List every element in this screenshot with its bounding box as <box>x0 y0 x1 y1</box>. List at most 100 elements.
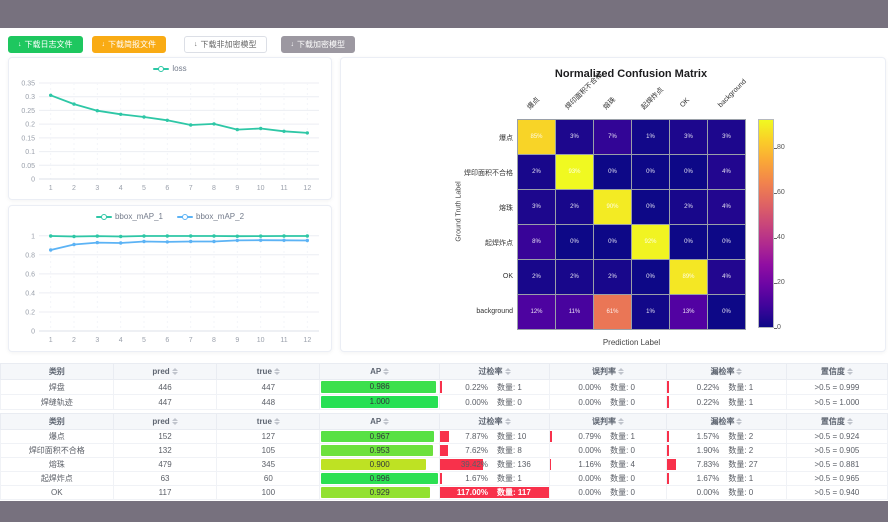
sort-icon[interactable] <box>847 418 853 425</box>
misjudge-cell: 0.00%数量: 0 <box>550 472 667 486</box>
download-encrypted-model-button[interactable]: ↓ 下载加密模型 <box>281 36 356 53</box>
rate-percent: 0.00% <box>550 398 601 407</box>
x-tick-label: 9 <box>235 337 239 344</box>
matrix-cell: 7% <box>594 120 631 154</box>
column-header-true[interactable]: true <box>217 364 320 380</box>
column-header-漏检率[interactable]: 漏检率 <box>667 414 787 430</box>
loss-chart-legend: loss <box>9 58 331 75</box>
rate-quantity: 数量: 1 <box>610 431 635 442</box>
matrix-cell: 1% <box>632 120 669 154</box>
missed-detection-cell: 7.83%数量: 27 <box>667 458 787 472</box>
misjudge-cell: 0.00%数量: 0 <box>550 395 667 410</box>
matrix-cell: 0% <box>632 155 669 189</box>
legend-item-bbox-map-1[interactable]: bbox_mAP_1 <box>96 212 163 221</box>
missed-detection-cell: 0.22%数量: 1 <box>667 395 787 410</box>
matrix-cell: 93% <box>556 155 593 189</box>
sort-icon[interactable] <box>847 368 853 375</box>
rate-cell: 0.00%数量: 0 <box>550 395 666 409</box>
line-marker-icon <box>96 216 112 218</box>
matrix-col-label: 起焊炸点 <box>639 85 666 112</box>
matrix-cell: 0% <box>670 155 707 189</box>
rate-cell: 0.00%数量: 0 <box>667 486 786 499</box>
data-point <box>142 115 145 118</box>
ap-cell: 0.953 <box>320 444 440 458</box>
download-plain-model-label: 下载非加密模型 <box>201 36 257 53</box>
rate-quantity: 数量: 0 <box>728 487 753 498</box>
matrix-cell: 0% <box>632 190 669 224</box>
sort-icon[interactable] <box>274 418 280 425</box>
sort-icon[interactable] <box>505 368 511 375</box>
pred-cell: 152 <box>113 430 217 444</box>
sort-icon[interactable] <box>618 418 624 425</box>
sort-icon[interactable] <box>383 368 389 375</box>
data-point <box>96 234 99 237</box>
download-log-button[interactable]: ↓ 下载日志文件 <box>8 36 83 53</box>
data-point <box>282 239 285 242</box>
column-header-过检率[interactable]: 过检率 <box>440 414 550 430</box>
rate-cell: 1.57%数量: 2 <box>667 430 786 443</box>
pred-cell: 479 <box>113 458 217 472</box>
rate-percent: 0.00% <box>550 474 601 483</box>
rate-percent: 1.67% <box>667 474 719 483</box>
rate-quantity: 数量: 0 <box>610 382 635 393</box>
rate-percent: 1.16% <box>550 460 601 469</box>
matrix-cell: 0% <box>708 225 745 259</box>
x-tick-label: 5 <box>142 337 146 344</box>
column-header-过检率[interactable]: 过检率 <box>440 364 550 380</box>
rate-quantity: 数量: 2 <box>728 445 753 456</box>
rate-quantity: 数量: 8 <box>497 445 522 456</box>
sort-icon[interactable] <box>505 418 511 425</box>
matrix-cell: 2% <box>670 190 707 224</box>
rate-quantity: 数量: 2 <box>728 431 753 442</box>
column-header-true[interactable]: true <box>217 414 320 430</box>
x-tick-label: 8 <box>212 337 216 344</box>
matrix-cell: 4% <box>708 260 745 294</box>
missed-detection-cell: 1.67%数量: 1 <box>667 472 787 486</box>
over-detection-cell: 117.00%数量: 117 <box>440 486 550 500</box>
column-header-漏检率[interactable]: 漏检率 <box>667 364 787 380</box>
rate-cell: 1.90%数量: 2 <box>667 444 786 457</box>
download-report-button[interactable]: ↓ 下载简报文件 <box>92 36 167 53</box>
column-header-pred[interactable]: pred <box>113 364 217 380</box>
ap-bar-wrap: 0.929 <box>321 486 438 499</box>
column-header-误判率[interactable]: 误判率 <box>550 414 667 430</box>
rate-quantity: 数量: 10 <box>497 431 526 442</box>
sort-icon[interactable] <box>172 418 178 425</box>
class-name-cell: OK <box>1 486 114 500</box>
legend-item-loss[interactable]: loss <box>153 64 186 73</box>
column-header-AP[interactable]: AP <box>320 364 440 380</box>
rate-cell: 0.22%数量: 1 <box>440 380 549 394</box>
matrix-cell: 0% <box>556 225 593 259</box>
download-plain-model-button[interactable]: ↓ 下载非加密模型 <box>184 36 267 53</box>
y-tick-label: 0.4 <box>25 290 35 297</box>
y-tick-label: 0.15 <box>21 135 35 142</box>
confusion-matrix-grid: 85%3%7%1%3%3%2%93%0%0%0%4%3%2%90%0%2%4%8… <box>517 119 746 330</box>
matrix-cell: 0% <box>594 225 631 259</box>
data-point <box>142 234 145 237</box>
column-header-置信度[interactable]: 置信度 <box>786 364 887 380</box>
column-header-误判率[interactable]: 误判率 <box>550 364 667 380</box>
confidence-cell: >0.5 = 0.881 <box>786 458 887 472</box>
class-name-cell: 焊盘 <box>1 380 114 395</box>
colorbar-tick-label: 60 <box>777 189 785 196</box>
sort-icon[interactable] <box>274 368 280 375</box>
ap-bar-wrap: 0.900 <box>321 458 438 471</box>
sort-icon[interactable] <box>172 368 178 375</box>
x-tick-label: 6 <box>165 337 169 344</box>
sort-icon[interactable] <box>736 368 742 375</box>
column-header-置信度[interactable]: 置信度 <box>786 414 887 430</box>
x-tick-label: 10 <box>257 337 265 344</box>
map-chart-legend: bbox_mAP_1 bbox_mAP_2 <box>9 206 331 223</box>
column-header-pred[interactable]: pred <box>113 414 217 430</box>
true-cell: 127 <box>217 430 320 444</box>
column-header-AP[interactable]: AP <box>320 414 440 430</box>
data-point <box>259 234 262 237</box>
sort-icon[interactable] <box>618 368 624 375</box>
data-point <box>306 131 309 134</box>
data-point <box>49 234 52 237</box>
matrix-cell: 0% <box>632 260 669 294</box>
sort-icon[interactable] <box>383 418 389 425</box>
legend-item-bbox-map-2[interactable]: bbox_mAP_2 <box>177 212 244 221</box>
sort-icon[interactable] <box>736 418 742 425</box>
series-line-bbox_mAP_2 <box>51 240 308 250</box>
